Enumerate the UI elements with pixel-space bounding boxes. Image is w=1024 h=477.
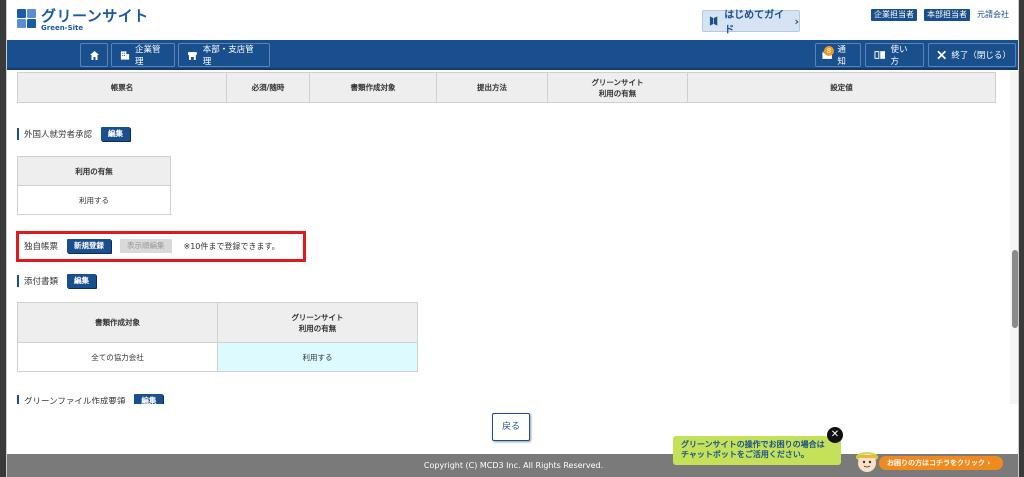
foreign-worker-table: 利用の有無 利用する	[17, 156, 171, 215]
foreign-worker-section-heading: 外国人就労者承認 編集	[17, 127, 131, 141]
column-header: グリーンサイト 利用の有無	[217, 302, 418, 343]
greenfile-section-heading: グリーンファイル作成要領 編集	[17, 394, 164, 404]
chatbot-message-bubble: グリーンサイトの操作でお困りの場合は チャットボットをご活用ください。	[673, 436, 841, 465]
forms-table: 帳票名 必須/随時 書類作成対象 提出方法 グリーンサイト 利用の有無 設定値	[17, 72, 996, 103]
book-open-icon	[874, 51, 886, 59]
column-header-line: グリーンサイト	[591, 77, 644, 87]
logo-text-jp: グリーンサイト	[41, 7, 149, 25]
back-button[interactable]: 戻る	[492, 413, 530, 441]
logo[interactable]: グリーンサイト Green-Site	[17, 9, 149, 33]
logo-icon	[17, 9, 37, 29]
column-header: グリーンサイト 利用の有無	[547, 72, 688, 103]
chatbot-mascot-icon[interactable]	[854, 448, 880, 476]
column-header: 利用の有無	[17, 156, 171, 186]
notification-count-badge: 8	[824, 46, 834, 56]
vertical-scrollbar[interactable]	[1010, 72, 1018, 404]
footer-actions: 戻る	[7, 404, 1018, 454]
company-type-link[interactable]: 元請会社	[977, 9, 1009, 21]
attachment-table-header-row: 書類作成対象 グリーンサイト 利用の有無	[17, 302, 418, 343]
attachment-section-heading: 添付書類 編集	[17, 274, 97, 288]
forms-table-header-row: 帳票名 必須/随時 書類作成対象 提出方法 グリーンサイト 利用の有無 設定値	[17, 72, 996, 103]
column-header: 必須/随時	[226, 72, 310, 103]
beginner-guide-button[interactable]: はじめてガイド ›	[702, 10, 800, 36]
logo-text-en: Green-Site	[41, 24, 84, 32]
section-title: 添付書類	[24, 277, 59, 287]
column-header-line: 利用の有無	[298, 323, 337, 333]
column-header: 設定値	[687, 72, 996, 103]
table-cell: 利用する	[217, 342, 418, 372]
column-header: 帳票名	[17, 72, 227, 103]
column-header-line: グリーンサイト	[291, 312, 344, 322]
notification-label: 通知	[837, 45, 846, 67]
company-management-button[interactable]: 企業管理	[111, 43, 175, 67]
column-header: 書類作成対象	[17, 302, 218, 343]
store-icon	[187, 51, 197, 60]
column-header: 提出方法	[436, 72, 548, 103]
chatbot-message-line: チャットボットをご活用ください。	[681, 450, 809, 459]
column-header-line: 利用の有無	[598, 88, 637, 98]
scrollbar-thumb[interactable]	[1012, 250, 1018, 328]
exit-button[interactable]: 終了（閉じる）	[928, 43, 1016, 67]
book-icon	[709, 16, 718, 26]
section-title: 外国人就労者承認	[24, 130, 93, 140]
close-icon	[937, 50, 947, 60]
section-marker	[17, 395, 19, 404]
role-badge-company: 企業担当者	[871, 9, 917, 21]
table-cell: 利用する	[17, 185, 171, 215]
role-badge-headquarters: 本部担当者	[924, 9, 970, 21]
column-header: 書類作成対象	[309, 72, 437, 103]
main-nav: 企業管理 本部・支店管理 8 通知 使い方 終了（閉じる）	[7, 40, 1018, 70]
guide-label: はじめてガイド	[724, 10, 785, 36]
building-icon	[120, 50, 130, 60]
edit-button[interactable]: 編集	[67, 274, 97, 288]
chatbot-open-button[interactable]: お困りの方はコチラをクリック ›	[879, 456, 1003, 470]
branch-management-button[interactable]: 本部・支店管理	[178, 43, 270, 67]
app-frame: グリーンサイト Green-Site はじめてガイド › 企業担当者 本部担当者…	[6, 0, 1019, 477]
table-cell: 全ての協力会社	[17, 342, 218, 372]
how-to-use-button[interactable]: 使い方	[865, 43, 924, 67]
highlight-annotation	[16, 231, 306, 262]
chevron-right-icon: ›	[794, 14, 799, 28]
chatbot-close-icon[interactable]: ✕	[827, 427, 843, 443]
table-row: 全ての協力会社 利用する	[17, 342, 418, 372]
chatbot-message-line: グリーンサイトの操作でお困りの場合は	[681, 440, 825, 449]
edit-button[interactable]: 編集	[134, 394, 164, 404]
main-content: 帳票名 必須/随時 書類作成対象 提出方法 グリーンサイト 利用の有無 設定値 …	[7, 72, 1007, 404]
how-to-use-label: 使い方	[890, 45, 908, 67]
branch-management-label: 本部・支店管理	[202, 45, 254, 67]
section-title: グリーンファイル作成要領	[24, 397, 126, 404]
home-button[interactable]	[80, 43, 108, 67]
section-marker	[17, 275, 19, 287]
company-management-label: 企業管理	[135, 45, 161, 67]
header: グリーンサイト Green-Site はじめてガイド › 企業担当者 本部担当者…	[7, 0, 1018, 40]
exit-label: 終了（閉じる）	[951, 51, 1011, 61]
section-marker	[17, 128, 19, 140]
home-icon	[89, 50, 99, 60]
edit-button[interactable]: 編集	[101, 127, 131, 141]
attachment-table: 書類作成対象 グリーンサイト 利用の有無 全ての協力会社 利用する	[17, 302, 418, 372]
notification-button[interactable]: 8 通知	[815, 43, 861, 67]
